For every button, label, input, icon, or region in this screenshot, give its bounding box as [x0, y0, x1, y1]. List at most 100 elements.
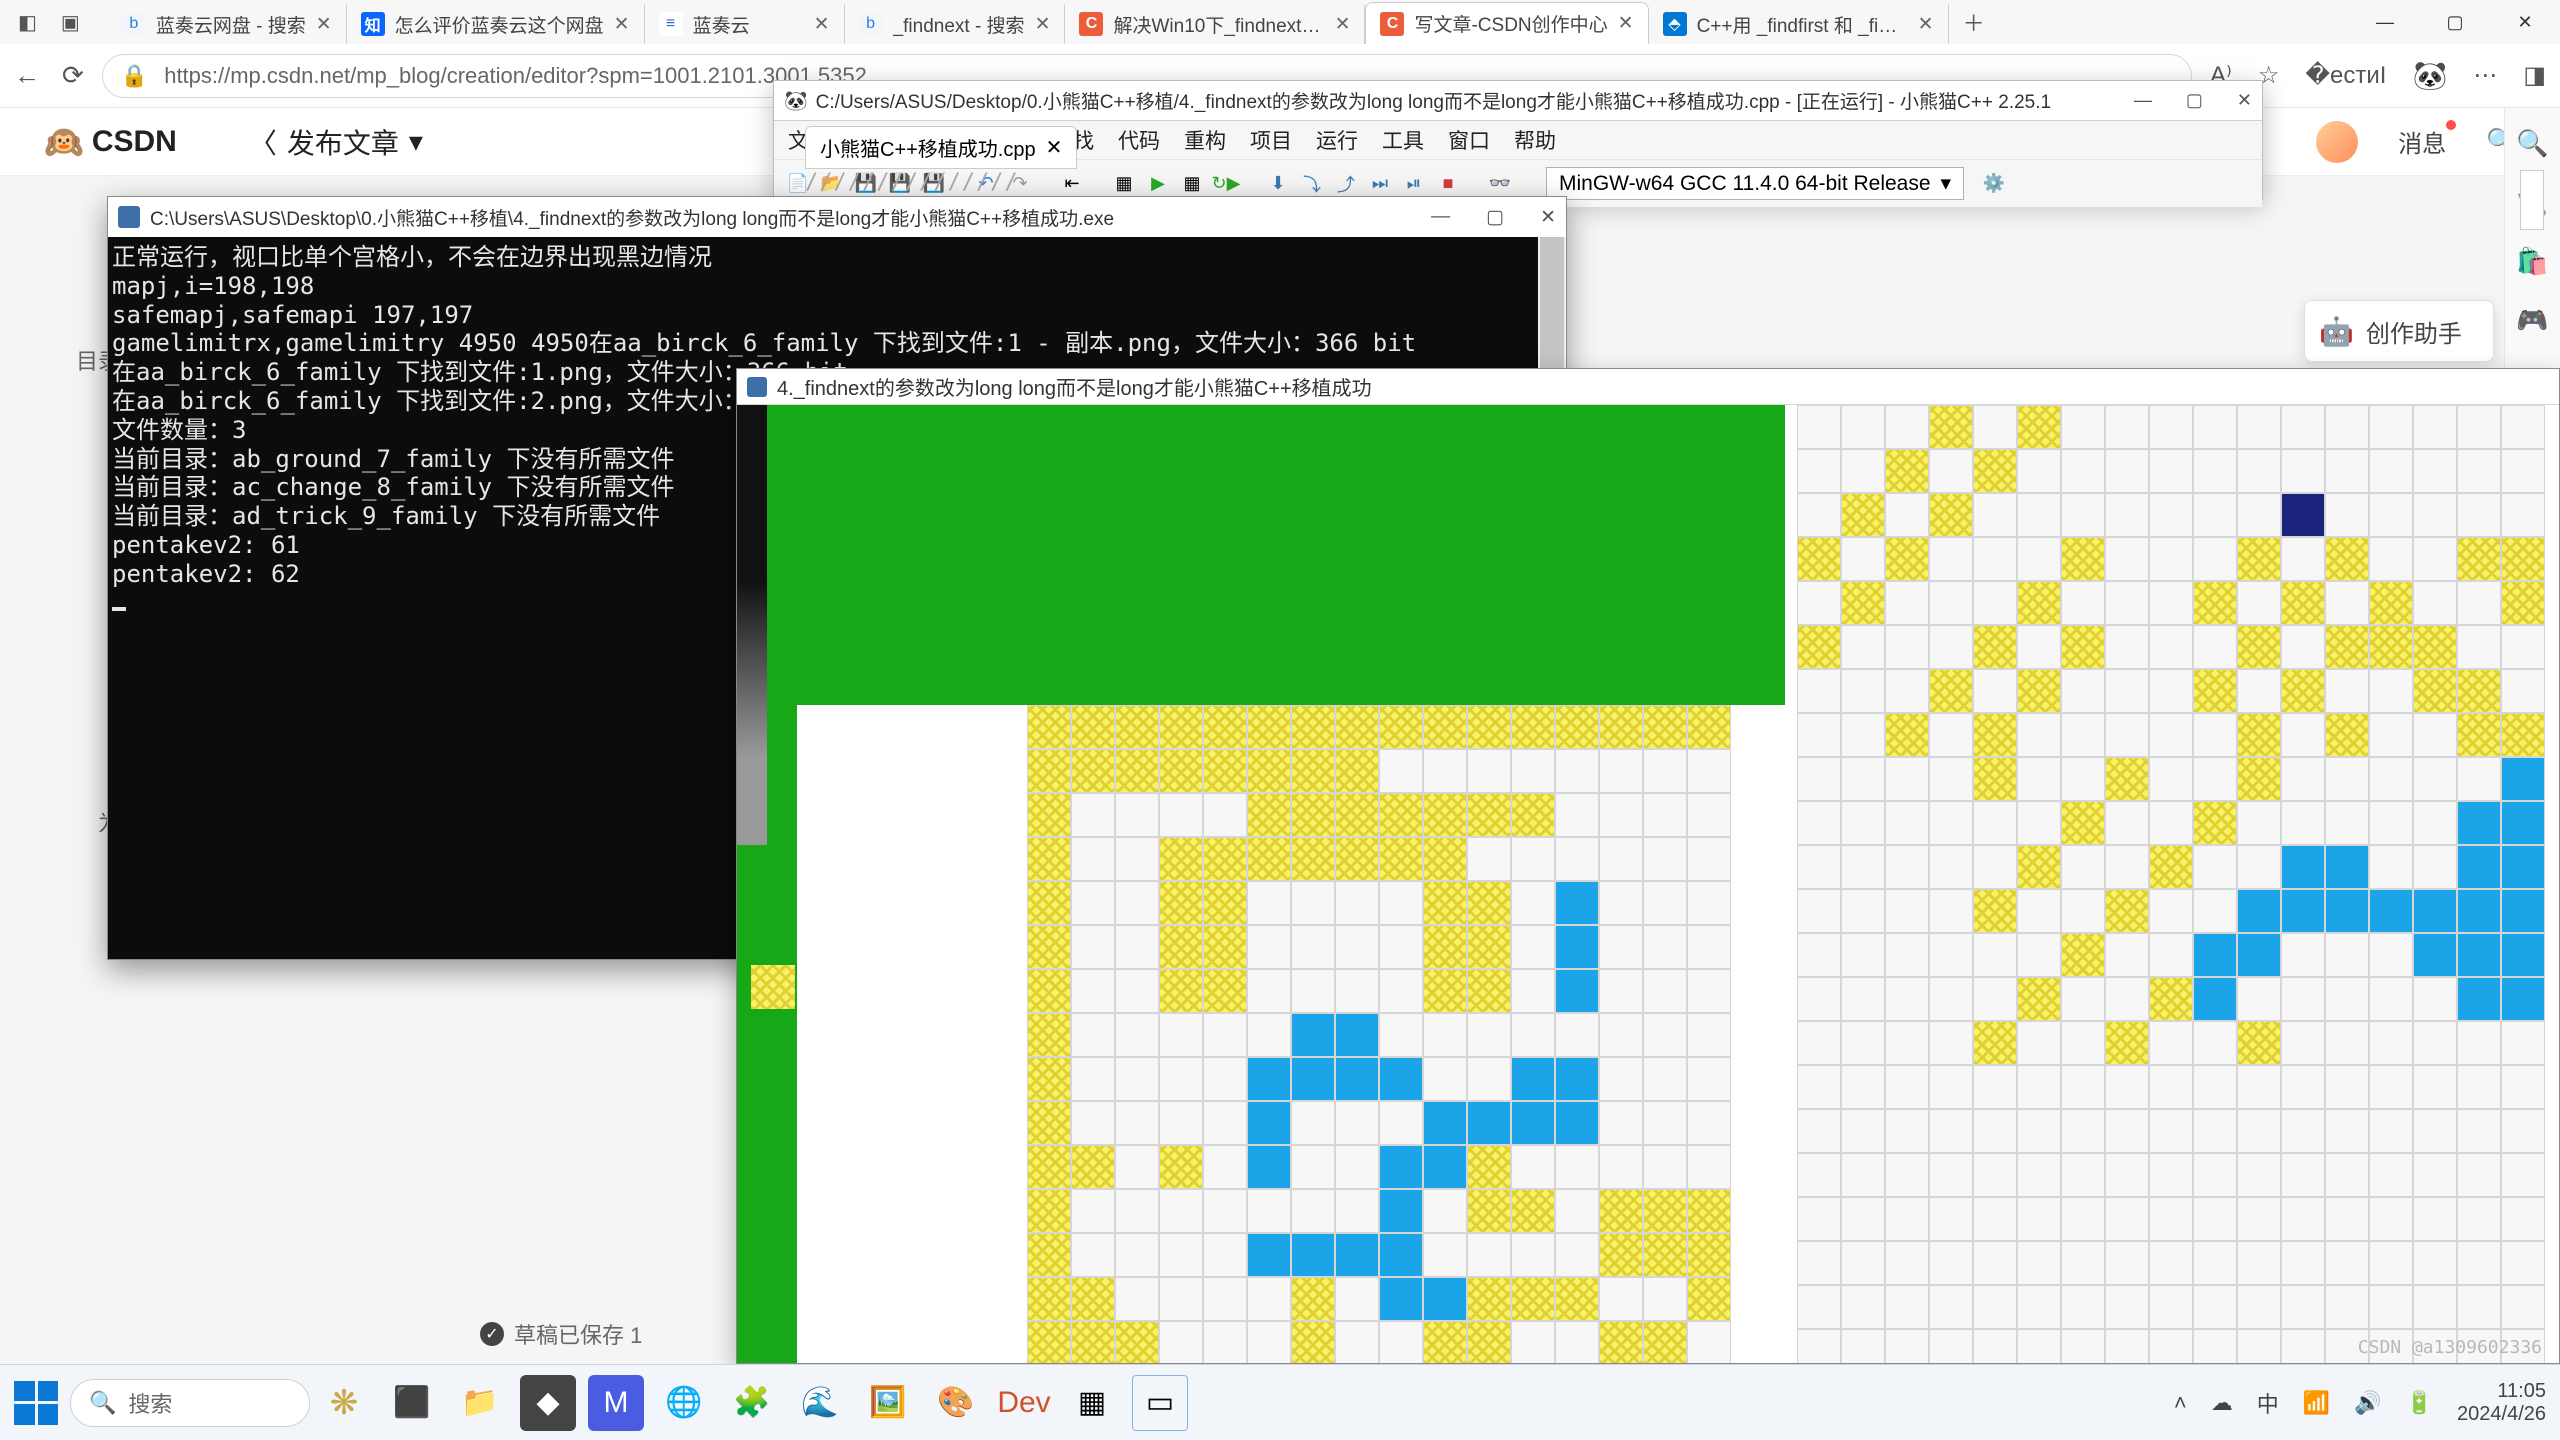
favicon: C [1079, 12, 1103, 36]
ide-menu-item[interactable]: 工具 [1382, 125, 1424, 155]
chevron-down-icon: ▾ [409, 125, 423, 158]
debug-step-icon[interactable]: ⬇ [1264, 170, 1292, 198]
sidebar-search-icon[interactable]: 🔍 [2516, 128, 2548, 159]
game-title-text: 4._findnext的参数改为long long而不是long才能小熊猫C++… [777, 372, 1372, 401]
close-tab-icon[interactable]: ✕ [1046, 135, 1063, 160]
taskbar-photos-icon[interactable]: 🖼️ [860, 1375, 916, 1431]
taskbar-chrome-icon[interactable]: 🌐 [656, 1375, 712, 1431]
maximize-button[interactable]: ▢ [2420, 0, 2490, 44]
game-titlebar[interactable]: 4._findnext的参数改为long long而不是long才能小熊猫C++… [737, 369, 2559, 405]
taskbar-app2-icon[interactable]: M [588, 1375, 644, 1431]
start-button[interactable] [14, 1381, 58, 1425]
taskbar-copilot-icon[interactable]: ❋ [316, 1375, 372, 1431]
avatar[interactable] [2316, 121, 2358, 163]
game-canvas[interactable] [737, 405, 2559, 1363]
taskbar-explorer-icon[interactable]: 📁 [452, 1375, 508, 1431]
publish-dropdown[interactable]: 〈 发布文章 ▾ [249, 122, 423, 162]
ide-close-button[interactable]: ✕ [2237, 90, 2252, 111]
compile-icon[interactable]: ▦ [1110, 170, 1138, 198]
taskbar-app4-icon[interactable]: ▦ [1064, 1375, 1120, 1431]
debug-out-icon[interactable]: ⤴ [1332, 170, 1360, 198]
profile-icon[interactable]: ◧ [18, 10, 37, 35]
taskbar-devcpp-icon[interactable]: Dev [996, 1375, 1052, 1431]
browser-tab[interactable]: 知怎么评价蓝奏云这个网盘✕ [347, 4, 645, 44]
debug-continue-icon[interactable]: ⏭ [1366, 170, 1394, 198]
stop-icon[interactable]: ■ [1434, 170, 1462, 198]
run-icon[interactable]: ▶ [1144, 170, 1172, 198]
close-tab-icon[interactable]: ✕ [1335, 13, 1351, 36]
collections-icon[interactable]: �естиI [2305, 61, 2386, 90]
taskbar-paint-icon[interactable]: 🎨 [928, 1375, 984, 1431]
sidebar-toggle-icon[interactable]: ◨ [2523, 61, 2546, 90]
browser-tab[interactable]: C写文章-CSDN创作中心✕ [1365, 2, 1648, 44]
close-tab-icon[interactable]: ✕ [614, 13, 630, 36]
ide-code-area[interactable]: /////////////// [805, 170, 1019, 195]
tray-battery-icon[interactable]: 🔋 [2406, 1390, 2433, 1416]
browser-tab[interactable]: b蓝奏云网盘 - 搜索✕ [108, 4, 347, 44]
game-window: 4._findnext的参数改为long long而不是long才能小熊猫C++… [736, 368, 2560, 1364]
console-maximize-button[interactable]: ▢ [1486, 206, 1504, 229]
assistant-popup[interactable]: 🤖 创作助手 [2304, 300, 2494, 362]
extension-icon[interactable]: 🐼 [2412, 59, 2447, 92]
new-tab-button[interactable]: ＋ [1949, 6, 1999, 38]
tray-wifi-icon[interactable]: 📶 [2303, 1390, 2330, 1416]
close-tab-icon[interactable]: ✕ [316, 13, 332, 36]
taskbar-app3-icon[interactable]: 🧩 [724, 1375, 780, 1431]
debug-glasses-icon[interactable]: 👓 [1486, 170, 1514, 198]
browser-tab[interactable]: b_findnext - 搜索✕ [845, 4, 1066, 44]
minimize-button[interactable]: — [2350, 0, 2420, 44]
chevron-down-icon: ▾ [1941, 171, 1952, 196]
compiler-settings-icon[interactable]: ⚙️ [1980, 170, 2008, 198]
tab-actions-icon[interactable]: ▣ [61, 10, 80, 35]
ide-menu-item[interactable]: 重构 [1184, 125, 1226, 155]
sidebar-shopping-icon[interactable]: 🛍️ [2516, 246, 2548, 277]
close-button[interactable]: ✕ [2490, 0, 2560, 44]
more-icon[interactable]: ⋯ [2473, 61, 2497, 90]
taskbar-running-icon[interactable]: ▭ [1132, 1375, 1188, 1431]
close-tab-icon[interactable]: ✕ [1918, 13, 1934, 36]
console-titlebar[interactable]: C:\Users\ASUS\Desktop\0.小熊猫C++移植\4._find… [108, 197, 1566, 237]
browser-tab[interactable]: ≡蓝奏云✕ [645, 4, 845, 44]
csdn-logo[interactable]: 🙉 CSDN [44, 123, 177, 161]
ide-menu-item[interactable]: 帮助 [1514, 125, 1556, 155]
rebuild-icon[interactable]: ↻▶ [1212, 170, 1240, 198]
tray-onedrive-icon[interactable]: ☁ [2211, 1390, 2233, 1416]
tray-ime[interactable]: 中 [2257, 1387, 2279, 1419]
tray-clock[interactable]: 11:05 2024/4/26 [2457, 1380, 2546, 1426]
sidebar-games-icon[interactable]: 🎮 [2516, 305, 2548, 336]
taskbar-search[interactable]: 🔍 搜索 [70, 1379, 310, 1427]
debug-over-icon[interactable]: ⤵ [1298, 170, 1326, 198]
tab-strip: ◧ ▣ b蓝奏云网盘 - 搜索✕知怎么评价蓝奏云这个网盘✕≡蓝奏云✕b_find… [0, 0, 2560, 44]
taskbar-edge-icon[interactable]: 🌊 [792, 1375, 848, 1431]
browser-tab[interactable]: ⬘C++用 _findfirst 和 _findn✕ [1649, 4, 1949, 44]
taskbar-app1-icon[interactable]: ◆ [520, 1375, 576, 1431]
ide-menu-item[interactable]: 运行 [1316, 125, 1358, 155]
game-app-icon [747, 377, 767, 397]
browser-tab[interactable]: C解决Win10下_findnext()异✕ [1065, 4, 1365, 44]
indent-icon[interactable]: ⇤ [1058, 170, 1086, 198]
console-minimize-button[interactable]: — [1431, 206, 1450, 229]
ide-file-tab[interactable]: 小熊猫C++移植成功.cpp ✕ [805, 126, 1077, 169]
debug-next-icon[interactable]: ⏯ [1400, 170, 1428, 198]
ide-menu-item[interactable]: 窗口 [1448, 125, 1490, 155]
ide-maximize-button[interactable]: ▢ [2186, 90, 2203, 111]
ide-app-icon: 🐼 [784, 89, 808, 113]
messages-link[interactable]: 消息 [2398, 124, 2446, 159]
back-button[interactable]: ← [14, 60, 40, 91]
close-tab-icon[interactable]: ✕ [1618, 12, 1634, 35]
ide-minimize-button[interactable]: — [2134, 90, 2152, 111]
ide-menu-item[interactable]: 项目 [1250, 125, 1292, 155]
close-tab-icon[interactable]: ✕ [1035, 13, 1051, 36]
taskbar-taskview-icon[interactable]: ⬛ [384, 1375, 440, 1431]
compile-run-icon[interactable]: ▦ [1178, 170, 1206, 198]
tray-chevron-icon[interactable]: ˄ [2174, 1390, 2187, 1416]
tray-volume-icon[interactable]: 🔊 [2354, 1390, 2381, 1416]
refresh-button[interactable]: ⟳ [62, 60, 84, 91]
close-tab-icon[interactable]: ✕ [814, 13, 830, 36]
console-close-button[interactable]: ✕ [1540, 206, 1556, 229]
favicon: b [859, 12, 883, 36]
ide-menu-item[interactable]: 代码 [1118, 125, 1160, 155]
ide-titlebar[interactable]: 🐼 C:/Users/ASUS/Desktop/0.小熊猫C++移植/4._fi… [774, 81, 2262, 121]
compiler-select[interactable]: MinGW-w64 GCC 11.4.0 64-bit Release▾ [1546, 167, 1964, 200]
ide-scrollbar[interactable] [2520, 170, 2544, 230]
